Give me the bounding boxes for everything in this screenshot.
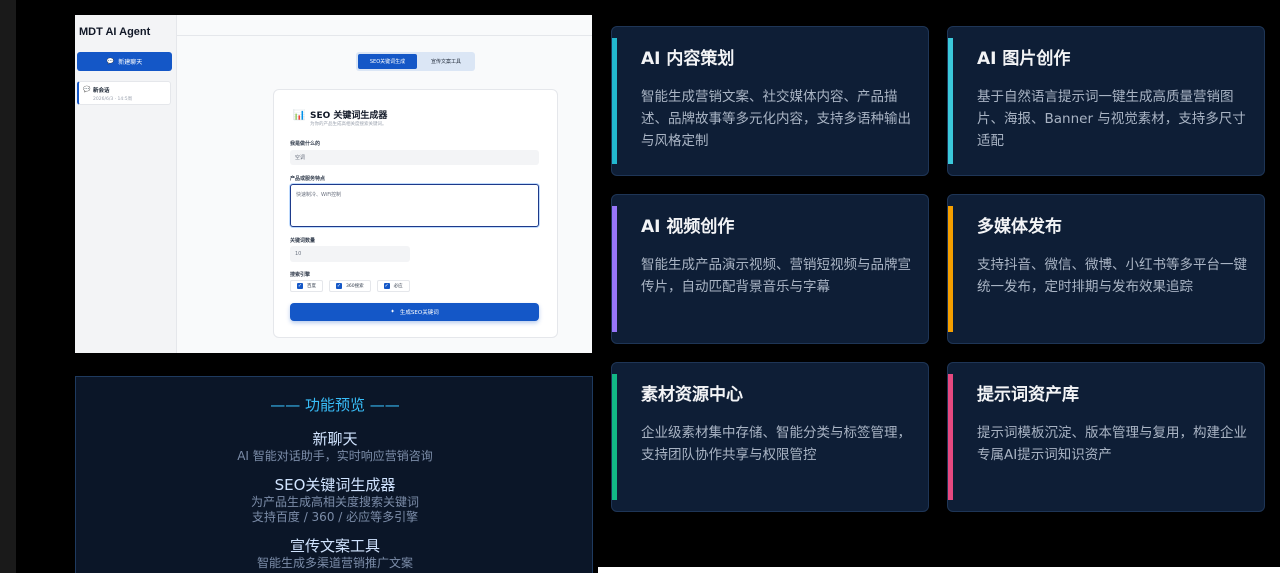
- engine-label: 360搜索: [346, 284, 364, 289]
- preview-item-chat: 新聊天 AI 智能对话助手，实时响应营销咨询: [76, 428, 594, 464]
- accent-bar: [948, 38, 953, 164]
- session-item[interactable]: 💬 新会话 2026/6/3 · 14:5周: [77, 81, 171, 105]
- engine-option-baidu[interactable]: ✓ 百度: [290, 280, 323, 292]
- product-input[interactable]: 空调: [290, 150, 539, 165]
- chat-icon: 💬: [83, 86, 91, 93]
- feature-card-video-creation: AI 视频创作 智能生成产品演示视频、营销短视频与品牌宣传片，自动匹配背景音乐与…: [611, 194, 929, 344]
- preview-item-title: SEO关键词生成器: [274, 476, 396, 494]
- feature-desc: 智能生成产品演示视频、营销短视频与品牌宣传片，自动匹配背景音乐与字幕: [641, 257, 911, 295]
- preview-item-title: 新聊天: [312, 430, 358, 448]
- engines-label: 搜索引擎: [290, 272, 311, 278]
- engine-label: 必应: [393, 284, 403, 289]
- new-chat-button[interactable]: 💬 新建聊天: [77, 52, 172, 71]
- product-label: 我是做什么的: [290, 141, 321, 147]
- magic-wand-icon: ✦: [390, 309, 395, 315]
- engine-option-bing[interactable]: ✓ 必应: [376, 280, 410, 292]
- feature-card-content-planning: AI 内容策划 智能生成营销文案、社交媒体内容、产品描述、品牌故事等多元化内容，…: [611, 26, 929, 176]
- feature-card-image-creation: AI 图片创作 基于自然语言提示词一键生成高质量营销图片、海报、Banner 与…: [947, 26, 1265, 176]
- engine-label: 百度: [307, 284, 316, 289]
- feature-card-prompt-library: 提示词资产库 提示词模板沉淀、版本管理与复用，构建企业专属AI提示词知识资产: [947, 362, 1265, 512]
- count-label: 关键词数量: [290, 238, 316, 244]
- feature-desc: 提示词模板沉淀、版本管理与复用，构建企业专属AI提示词知识资产: [977, 425, 1247, 463]
- feature-title: AI 内容策划: [641, 49, 735, 69]
- accent-bar: [612, 206, 617, 332]
- brand-title: MDT AI Agent: [79, 26, 151, 38]
- generate-keywords-button[interactable]: ✦ 生成SEO关键词: [290, 303, 539, 321]
- bottom-edge: [598, 567, 1280, 573]
- feature-title: AI 图片创作: [977, 49, 1071, 69]
- preview-item-desc: 智能生成多渠道营销推广文案: [256, 556, 413, 570]
- main-area: SEO关键词生成 宣传文案工具 📊 SEO 关键词生成器 为你的产品生成高相关度…: [177, 15, 592, 353]
- preview-item-title: 宣传文案工具: [289, 537, 380, 555]
- accent-bar: [612, 374, 617, 500]
- preview-item-desc: AI 智能对话助手，实时响应营销咨询: [237, 449, 433, 463]
- generate-label: 生成SEO关键词: [399, 310, 439, 316]
- check-icon: ✓: [336, 283, 342, 289]
- accent-bar: [612, 38, 617, 164]
- feature-desc: 基于自然语言提示词一键生成高质量营销图片、海报、Banner 与视觉素材，支持多…: [977, 89, 1246, 149]
- app-screenshot: MDT AI Agent 💬 新建聊天 💬 新会话 2026/6/3 · 14:…: [75, 15, 592, 353]
- feature-desc: 支持抖音、微信、微博、小红书等多平台一键统一发布，定时排期与发布效果追踪: [977, 257, 1247, 295]
- count-input[interactable]: 10: [290, 246, 410, 262]
- tab-bar: SEO关键词生成 宣传文案工具: [356, 52, 475, 71]
- new-chat-label: 新建聊天: [118, 59, 143, 66]
- accent-bar: [948, 206, 953, 332]
- feature-preview-panel: —— 功能预览 —— 新聊天 AI 智能对话助手，实时响应营销咨询 SEO关键词…: [75, 376, 593, 573]
- tab-seo[interactable]: SEO关键词生成: [358, 54, 417, 69]
- seo-generator-card: 📊 SEO 关键词生成器 为你的产品生成高相关度搜索关键词。 我是做什么的 空调…: [273, 89, 558, 338]
- card-subtitle: 为你的产品生成高相关度搜索关键词。: [310, 122, 387, 127]
- bar-chart-icon: 📊: [293, 110, 306, 121]
- preview-heading: —— 功能预览 ——: [270, 396, 400, 414]
- feature-title: 多媒体发布: [977, 217, 1062, 237]
- divider: [177, 35, 592, 36]
- engine-options: ✓ 百度 ✓ 360搜索 ✓ 必应: [290, 280, 410, 292]
- sidebar: MDT AI Agent 💬 新建聊天 💬 新会话 2026/6/3 · 14:…: [75, 15, 177, 353]
- check-icon: ✓: [383, 283, 390, 289]
- left-edge-strip: [0, 0, 16, 573]
- preview-item-seo: SEO关键词生成器 为产品生成高相关度搜索关键词 支持百度 / 360 / 必应…: [76, 474, 594, 525]
- feature-title: 素材资源中心: [641, 385, 743, 405]
- tab-copywriting[interactable]: 宣传文案工具: [419, 54, 473, 69]
- preview-item-desc: 为产品生成高相关度搜索关键词: [250, 495, 419, 509]
- session-title: 新会话: [93, 88, 110, 94]
- accent-bar: [948, 374, 953, 500]
- feature-desc: 企业级素材集中存储、智能分类与标签管理，支持团队协作共享与权限管控: [641, 425, 911, 463]
- feature-card-asset-center: 素材资源中心 企业级素材集中存储、智能分类与标签管理，支持团队协作共享与权限管控: [611, 362, 929, 512]
- engine-option-360[interactable]: ✓ 360搜索: [329, 280, 371, 292]
- feature-title: 提示词资产库: [977, 385, 1079, 405]
- features-textarea[interactable]: 快速制冷、WiFi控制: [290, 184, 539, 227]
- feature-desc: 智能生成营销文案、社交媒体内容、产品描述、品牌故事等多元化内容，支持多语种输出与…: [641, 89, 911, 149]
- check-icon: ✓: [297, 283, 303, 289]
- chat-icon: 💬: [106, 58, 115, 65]
- preview-item-desc: 支持百度 / 360 / 必应等多引擎: [251, 510, 419, 524]
- feature-card-multimedia-publish: 多媒体发布 支持抖音、微信、微博、小红书等多平台一键统一发布，定时排期与发布效果…: [947, 194, 1265, 344]
- feature-title: AI 视频创作: [641, 217, 735, 237]
- features-label: 产品或服务特点: [290, 176, 326, 182]
- preview-item-copywriting: 宣传文案工具 智能生成多渠道营销推广文案: [76, 535, 594, 571]
- card-title: SEO 关键词生成器: [310, 111, 388, 121]
- session-date: 2026/6/3 · 14:5周: [93, 97, 133, 102]
